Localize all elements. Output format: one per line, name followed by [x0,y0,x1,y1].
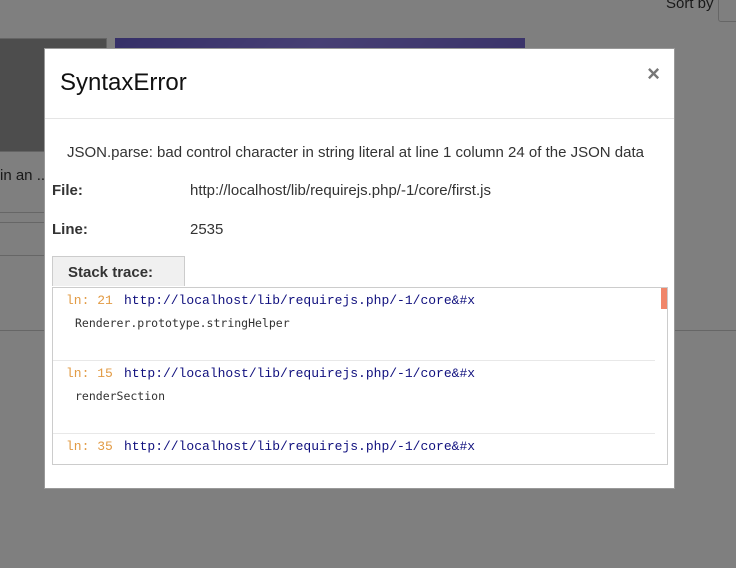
file-value: http://localhost/lib/requirejs.php/-1/co… [190,182,491,199]
modal-header: SyntaxError × [45,49,674,119]
trace-function: renderSection [75,389,166,403]
trace-function: renderTokens [75,462,158,464]
modal-title: SyntaxError [60,69,187,96]
error-modal: SyntaxError × JSON.parse: bad control ch… [44,48,675,489]
trace-line-number: ln: 35 [66,439,113,454]
stack-trace-list[interactable]: ln: 21 http://localhost/lib/requirejs.ph… [52,287,668,465]
trace-url: http://localhost/lib/requirejs.php/-1/co… [124,293,476,308]
tab-stack-trace[interactable]: Stack trace: [52,256,185,286]
trace-url: http://localhost/lib/requirejs.php/-1/co… [124,439,476,454]
trace-line-number: ln: 15 [66,366,113,381]
stack-trace-entry: ln: 35 http://localhost/lib/requirejs.ph… [53,434,667,464]
error-message: JSON.parse: bad control character in str… [67,144,644,161]
trace-line-number: ln: 21 [66,293,113,308]
file-label: File: [52,182,83,199]
stack-trace-entry: ln: 21 http://localhost/lib/requirejs.ph… [53,288,667,361]
line-label: Line: [52,221,88,238]
line-value: 2535 [190,221,224,238]
close-icon[interactable]: × [647,63,660,85]
trace-function: Renderer.prototype.stringHelper [75,316,290,330]
trace-url: http://localhost/lib/requirejs.php/-1/co… [124,366,476,381]
stack-trace-entry: ln: 15 http://localhost/lib/requirejs.ph… [53,361,667,434]
